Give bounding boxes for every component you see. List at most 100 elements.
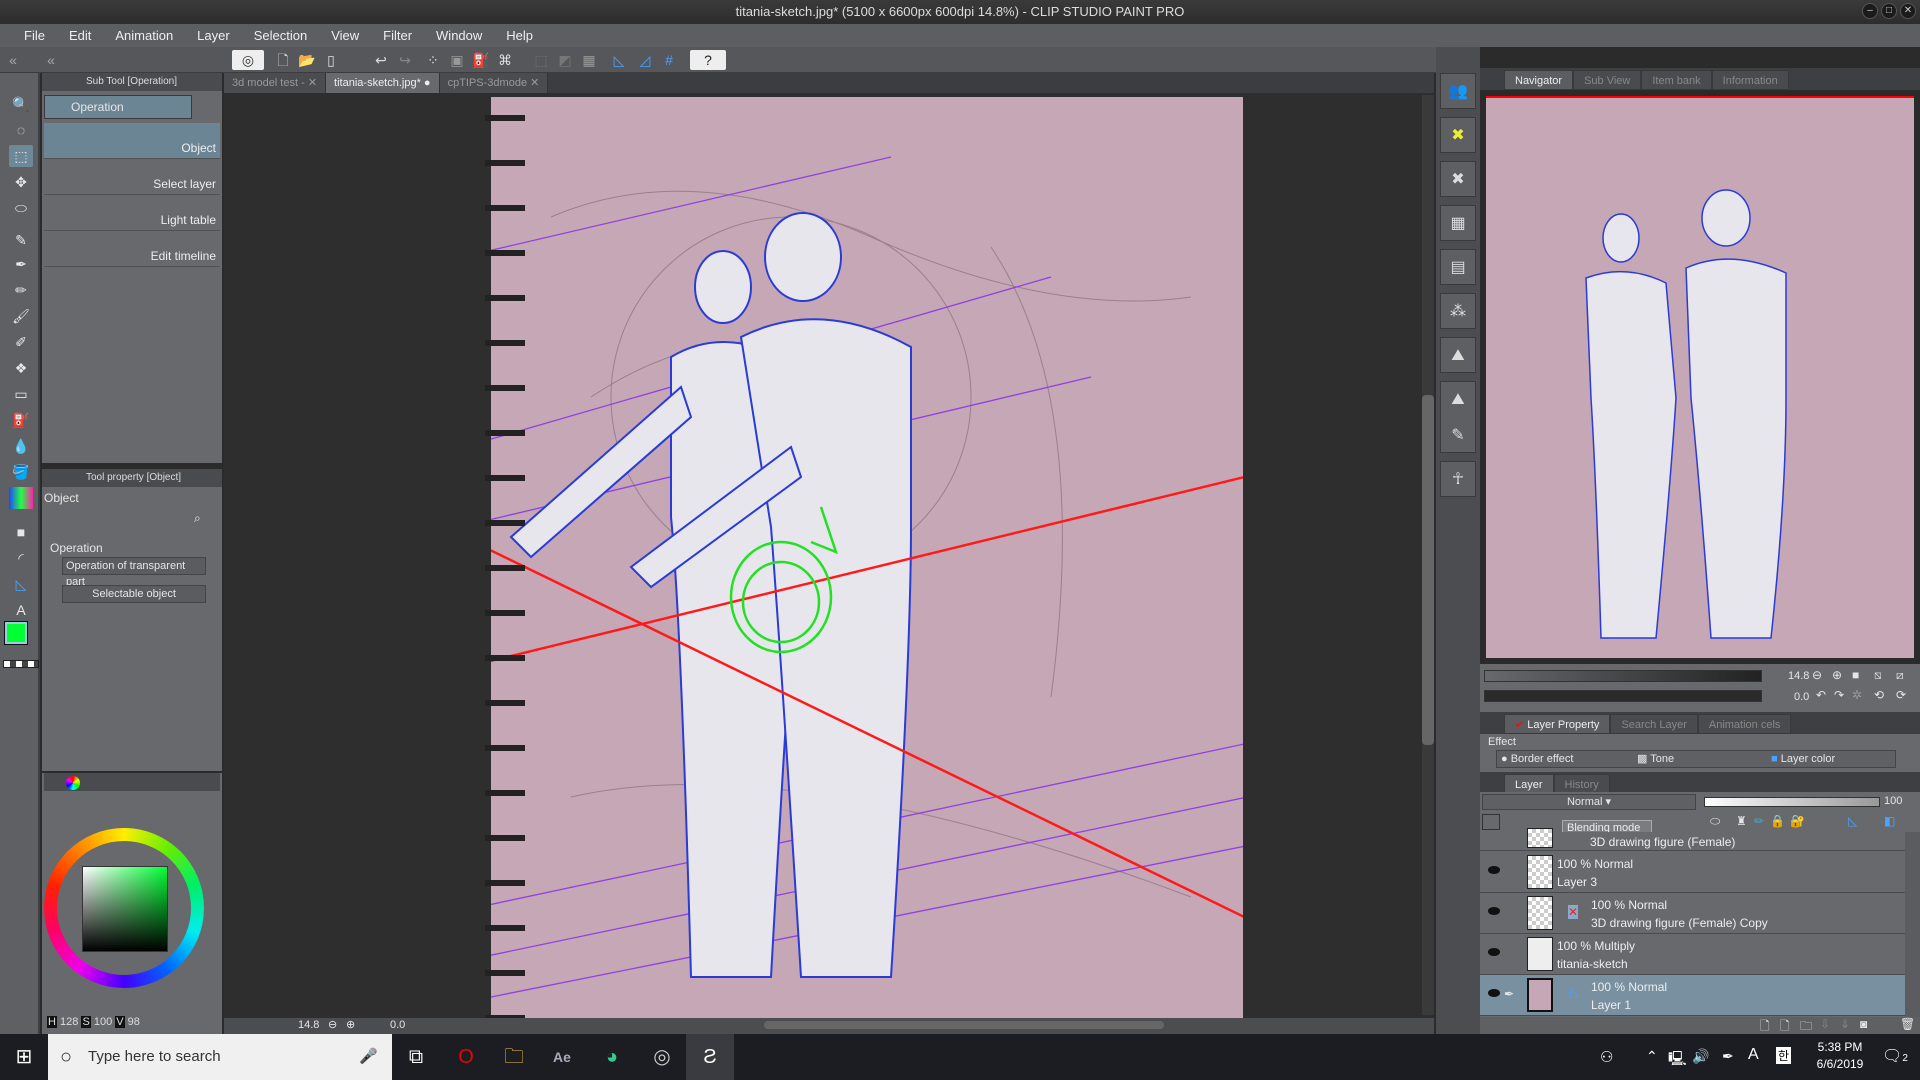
selectable-object-dropdown[interactable]: Selectable object [62,585,206,603]
tab-titania-sketch[interactable]: titania-sketch.jpg* ● [326,73,440,93]
tab-history[interactable]: History [1553,774,1610,794]
text-tool-icon[interactable]: A [9,599,33,621]
clip-studio-paint-icon[interactable]: Ƨ [686,1034,734,1080]
material-folder-color-icon[interactable]: ✖ [1440,117,1476,153]
pen-tool-icon[interactable]: ✒ [9,253,33,275]
menu-filter[interactable]: Filter [371,28,424,43]
lasso-select-tool-icon[interactable]: ◌ [9,119,33,141]
visibility-eye-icon[interactable] [1488,948,1500,956]
eyedropper-tool-icon[interactable]: ✎ [9,229,33,251]
blend-mode-dropdown[interactable]: Normal ▾ [1482,794,1696,810]
transform-icon[interactable]: ⌘ [494,50,516,70]
input-language-icon[interactable]: A [1748,1046,1759,1064]
rotate-left-icon[interactable]: ↶ [1816,688,1826,702]
border-effect-button[interactable]: ● Border effect [1501,751,1573,767]
layer-color-button[interactable]: ■ Layer color [1771,751,1835,767]
visibility-eye-icon[interactable] [1488,866,1500,874]
pattern-tool-icon[interactable] [9,487,33,509]
layer-row-layer-3[interactable]: 100 % Normal Layer 3 [1480,852,1905,893]
fill-icon[interactable]: ⛽ [470,50,492,70]
sub-tool-group-operation[interactable]: Operation [44,95,192,119]
lock-layer-icon[interactable]: 🔒 [1770,814,1785,828]
snap-special-ruler-icon[interactable]: ◿ [634,50,656,70]
gradient-tool-icon[interactable]: ■ [9,521,33,543]
saturation-value-square[interactable] [82,866,168,952]
eraser-tool-icon[interactable]: ▭ [9,383,33,405]
menu-layer[interactable]: Layer [185,28,242,43]
clear-icon[interactable]: ⁘ [422,50,444,70]
layer-mask-icon[interactable]: ◙ [1860,1017,1867,1031]
merge-down-icon[interactable]: ⇓ [1840,1017,1850,1031]
windows-start-icon[interactable]: ⊞ [0,1034,48,1080]
snap-ruler-icon[interactable]: ◺ [608,50,630,70]
tab-navigator[interactable]: Navigator [1504,70,1574,90]
people-icon[interactable]: ⚇ [1600,1048,1613,1066]
menu-file[interactable]: File [12,28,57,43]
tab-item-bank[interactable]: Item bank [1641,70,1712,90]
clear-outside-icon[interactable]: ▣ [446,50,468,70]
blend-tool-icon[interactable]: 💧 [9,435,33,457]
ruler-layer-icon[interactable]: ◺ [1848,814,1857,828]
horizontal-scrollbar[interactable] [764,1021,1164,1029]
zoom-in-icon[interactable]: ⊕ [346,1018,355,1031]
menu-edit[interactable]: Edit [57,28,103,43]
zoom-tool-icon[interactable]: 🔍 [9,93,33,115]
material-folder-effects-icon[interactable]: ⁂ [1440,293,1476,329]
operation-tool-icon[interactable]: ⬚ [9,145,33,167]
color-wheel-tab-icon[interactable] [66,776,80,790]
flip-horizontal-icon[interactable]: ⧅ [1874,668,1882,683]
tab-3d-model-test[interactable]: 3d model test - ✕ [224,73,327,93]
microphone-icon[interactable]: 🎤 [359,1034,378,1080]
reaper-icon[interactable]: ◕ [588,1034,636,1080]
material-folder-3d-icon[interactable]: ☥ [1440,461,1476,497]
show-selection-icon[interactable]: ▦ [578,50,600,70]
visibility-eye-icon[interactable] [1488,989,1500,997]
transparent-part-dropdown[interactable]: Operation of transparent part [62,557,206,588]
maximize-button[interactable]: □ [1881,3,1897,19]
file-explorer-icon[interactable]: 🗀 [490,1034,538,1080]
move-layer-tool-icon[interactable]: ✥ [9,171,33,193]
search-icon[interactable]: ⌕ [194,511,201,526]
sub-tool-item-edit-timeline[interactable]: Edit timeline [44,231,220,267]
collapse-icon[interactable]: « [40,50,62,70]
rotate-slider[interactable] [1484,690,1762,702]
palette-color-swatch[interactable] [1482,814,1500,830]
brush-tool-icon[interactable]: 🖌 [9,305,33,327]
volume-icon[interactable]: 🔊 [1692,1048,1709,1065]
layer-row-3d-figure-copy[interactable]: ✕ 100 % Normal 3D drawing figure (Female… [1480,893,1905,934]
lock-transparent-icon[interactable]: 🔐 [1790,814,1805,828]
after-effects-icon[interactable]: Ae [538,1034,586,1080]
opera-icon[interactable]: O [442,1034,490,1080]
deselect-icon[interactable]: ⬚ [530,50,552,70]
clip-studio-icon[interactable]: ◎ [232,50,264,70]
flip-vertical-icon[interactable]: ⧄ [1896,668,1904,683]
layer-row-layer-1[interactable]: ✒ ◺ 100 % Normal Layer 1 [1480,975,1905,1016]
menu-selection[interactable]: Selection [242,28,319,43]
fill-tool-icon[interactable]: 🪣 [9,461,33,483]
zoom-out-icon[interactable]: ⊖ [328,1018,337,1031]
spray-tool-icon[interactable]: ⛽ [9,409,33,431]
material-folder-monochrome-icon[interactable]: ✖ [1440,161,1476,197]
tab-layer[interactable]: Layer [1504,774,1554,794]
material-folder-image-icon[interactable]: ⛰ [1440,337,1476,373]
open-file-icon[interactable]: 📂 [296,50,318,70]
snap-grid-icon[interactable]: # [658,50,680,70]
invert-selection-icon[interactable]: ◩ [554,50,576,70]
clip-studio-icon[interactable]: ◎ [638,1034,686,1080]
delete-layer-icon[interactable]: 🗑 [1900,1017,1915,1031]
layer-list-scrollbar[interactable] [1905,832,1920,1017]
layer-row-titania-sketch[interactable]: 100 % Multiply titania-sketch [1480,934,1905,975]
ruler-tool-icon[interactable]: ◺ [9,573,33,595]
tab-layer-property[interactable]: ✔ Layer Property [1504,714,1611,734]
close-button[interactable]: ✕ [1900,3,1916,19]
vertical-scrollbar[interactable] [1422,95,1434,1015]
action-center-icon[interactable]: 🗨2 [1882,1046,1908,1066]
figure-tool-icon[interactable]: ◜ [9,547,33,569]
rotate-right-icon[interactable]: ↷ [1834,688,1844,702]
help-icon[interactable]: ? [690,50,726,70]
sub-tool-item-object[interactable]: Object [44,123,220,159]
show-hidden-icons[interactable]: ⌃ [1646,1048,1658,1065]
flip-rotate-icon[interactable]: ⟲ [1874,688,1884,702]
tab-information[interactable]: Information [1711,70,1789,90]
zoom-slider[interactable] [1484,670,1762,682]
